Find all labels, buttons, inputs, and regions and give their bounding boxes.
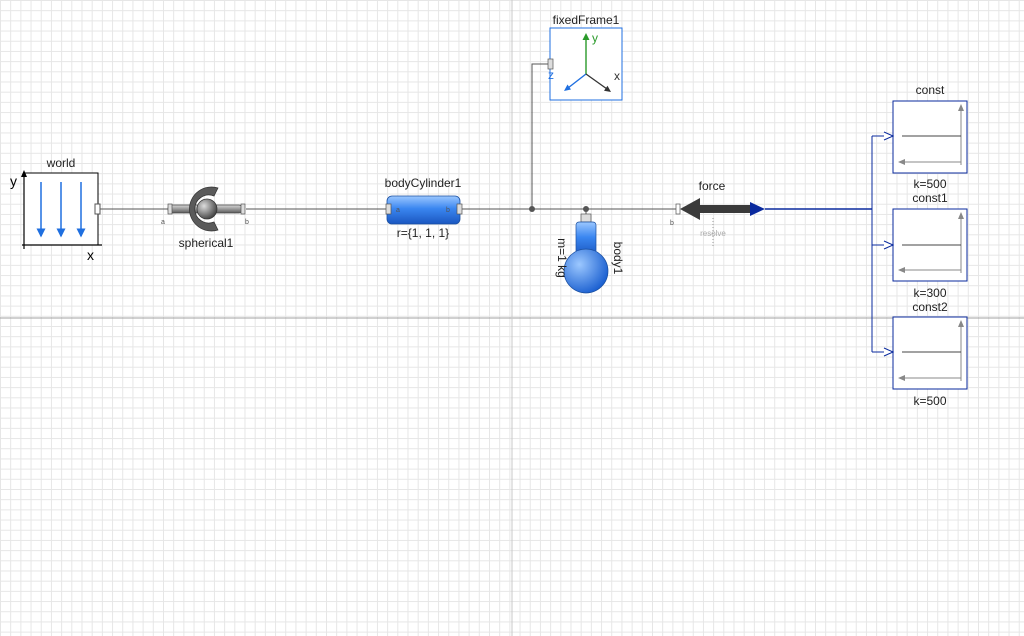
junction-dot: [583, 206, 589, 212]
const2-block[interactable]: const2 k=500: [883, 300, 968, 408]
cylinder-port-a[interactable]: [385, 203, 392, 215]
const2-param: k=500: [913, 394, 946, 408]
frame-z-label: z: [548, 68, 554, 82]
force-component[interactable]: force b resolve: [670, 179, 765, 248]
ball-icon: [196, 198, 218, 220]
fixed-frame-port[interactable]: [547, 58, 554, 70]
world-frame-port[interactable]: [94, 203, 101, 215]
body-label: body1: [611, 242, 625, 275]
const-param: k=500: [913, 177, 946, 191]
body-component[interactable]: m=1 kg body1: [555, 213, 625, 294]
connection-fixedframe[interactable]: [531, 63, 549, 209]
spherical-port-b-label: b: [245, 219, 249, 226]
force-frame-port[interactable]: [675, 203, 681, 215]
world-x-label: x: [87, 247, 94, 263]
fixed-frame-label: fixedFrame1: [553, 13, 620, 27]
body-mass-param: m=1 kg: [555, 238, 569, 278]
body-mass-icon: [563, 248, 609, 294]
diagram-canvas[interactable]: world y x a b spherical1 bodyCylinder1 a…: [0, 0, 1024, 636]
body-cylinder-component[interactable]: bodyCylinder1 a b r={1, 1, 1}: [385, 176, 463, 240]
force-label: force: [699, 179, 726, 193]
fixed-frame-component[interactable]: fixedFrame1 y x z: [547, 13, 623, 101]
frame-x-label: x: [614, 69, 620, 83]
body-port[interactable]: [580, 213, 592, 223]
body-cylinder-param: r={1, 1, 1}: [397, 226, 449, 240]
const1-block[interactable]: const1 k=300: [883, 191, 968, 300]
spherical-port-b[interactable]: [240, 203, 246, 215]
body-cylinder-label: bodyCylinder1: [385, 176, 462, 190]
cylinder-port-a-label: a: [396, 207, 400, 214]
spherical-joint-component[interactable]: a b spherical1: [161, 186, 249, 250]
spherical-port-a[interactable]: [167, 203, 173, 215]
force-shaft-icon: [697, 205, 750, 213]
world-component[interactable]: world y x: [10, 156, 102, 263]
const1-label: const1: [912, 191, 948, 205]
const-label: const: [916, 83, 945, 97]
spherical-port-a-label: a: [161, 219, 165, 226]
const-output-port[interactable]: [883, 131, 895, 141]
cylinder-port-b[interactable]: [456, 203, 463, 215]
const2-output-port[interactable]: [883, 347, 895, 357]
force-resolve-label: resolve: [700, 229, 726, 238]
junction-dot: [529, 206, 535, 212]
const1-output-port[interactable]: [883, 240, 895, 250]
world-label: world: [46, 156, 76, 170]
force-input-port[interactable]: [750, 202, 765, 216]
cylinder-port-b-label: b: [446, 207, 450, 214]
const2-label: const2: [912, 300, 948, 314]
const1-param: k=300: [913, 286, 946, 300]
const-block[interactable]: const k=500: [883, 83, 968, 191]
spherical-label: spherical1: [179, 236, 234, 250]
force-arrow-icon: [680, 198, 700, 220]
frame-y-label: y: [592, 31, 598, 45]
force-port-b-label: b: [670, 220, 674, 227]
world-y-label: y: [10, 173, 17, 189]
